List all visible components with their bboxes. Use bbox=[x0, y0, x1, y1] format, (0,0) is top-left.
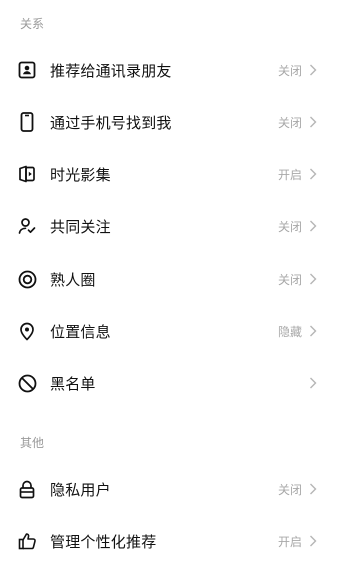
setting-label: 时光影集 bbox=[50, 165, 111, 184]
setting-personalized-recommendations[interactable]: 管理个性化推荐 开启 bbox=[0, 515, 340, 567]
chevron-right-icon bbox=[308, 64, 318, 76]
chevron-right-icon bbox=[308, 535, 318, 547]
setting-status: 隐藏 bbox=[277, 324, 302, 339]
setting-label: 共同关注 bbox=[50, 217, 111, 236]
setting-label: 通过手机号找到我 bbox=[50, 113, 172, 132]
setting-label: 推荐给通讯录朋友 bbox=[50, 61, 172, 80]
setting-status: 关闭 bbox=[277, 219, 302, 234]
chevron-right-icon bbox=[308, 168, 318, 180]
photo-album-play-icon bbox=[17, 164, 37, 184]
setting-label: 黑名单 bbox=[50, 374, 96, 393]
chevron-right-icon bbox=[308, 325, 318, 337]
setting-status: 关闭 bbox=[277, 63, 302, 78]
user-check-icon bbox=[17, 216, 37, 236]
setting-label: 隐私用户 bbox=[50, 480, 111, 499]
setting-acquaintance-circle[interactable]: 熟人圈 关闭 bbox=[0, 253, 340, 305]
chevron-right-icon bbox=[308, 116, 318, 128]
setting-label: 熟人圈 bbox=[50, 270, 96, 289]
location-pin-icon bbox=[17, 321, 37, 341]
setting-status: 关闭 bbox=[277, 115, 302, 130]
setting-status: 关闭 bbox=[277, 272, 302, 287]
block-icon bbox=[17, 373, 37, 393]
setting-private-users[interactable]: 隐私用户 关闭 bbox=[0, 463, 340, 515]
target-circle-icon bbox=[17, 269, 37, 289]
chevron-right-icon bbox=[308, 273, 318, 285]
section-label-other: 其他 bbox=[20, 436, 45, 450]
phone-icon bbox=[17, 112, 37, 132]
setting-label: 管理个性化推荐 bbox=[50, 532, 157, 551]
setting-find-by-phone[interactable]: 通过手机号找到我 关闭 bbox=[0, 96, 340, 148]
setting-status: 关闭 bbox=[277, 482, 302, 497]
chevron-right-icon bbox=[308, 483, 318, 495]
setting-location-info[interactable]: 位置信息 隐藏 bbox=[0, 305, 340, 357]
section-label-relations: 关系 bbox=[20, 17, 45, 31]
setting-mutual-follows[interactable]: 共同关注 关闭 bbox=[0, 200, 340, 252]
setting-blacklist[interactable]: 黑名单 bbox=[0, 357, 340, 409]
setting-status: 开启 bbox=[277, 167, 302, 182]
contact-card-icon bbox=[17, 60, 37, 80]
chevron-right-icon bbox=[308, 220, 318, 232]
chevron-right-icon bbox=[308, 377, 318, 389]
lock-icon bbox=[17, 479, 37, 499]
setting-time-album[interactable]: 时光影集 开启 bbox=[0, 148, 340, 200]
setting-recommend-to-contacts[interactable]: 推荐给通讯录朋友 关闭 bbox=[0, 44, 340, 96]
thumbs-up-icon bbox=[17, 531, 37, 551]
setting-status: 开启 bbox=[277, 534, 302, 549]
setting-label: 位置信息 bbox=[50, 322, 111, 341]
